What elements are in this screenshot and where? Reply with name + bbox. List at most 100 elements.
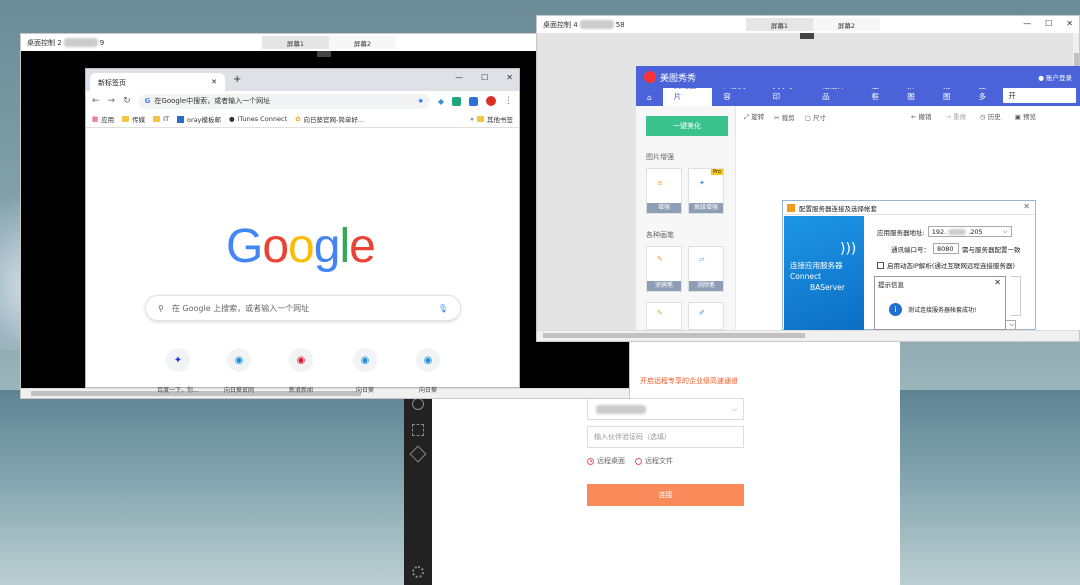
- scrollbar-thumb[interactable]: [543, 333, 805, 338]
- settings-icon[interactable]: [412, 566, 424, 578]
- close-icon[interactable]: ✕: [506, 73, 513, 82]
- shortcut-tile[interactable]: ◉: [227, 348, 251, 372]
- collapse-handle[interactable]: [317, 51, 331, 57]
- brush-icon: ✎: [657, 255, 663, 263]
- bookmark-folder[interactable]: 传媒: [122, 114, 145, 124]
- sunflower-icon: ◉: [234, 354, 244, 366]
- bookmark-apps[interactable]: ▦ 应用: [92, 114, 114, 124]
- bookmark-link[interactable]: ✿ 向日葵官网-简单好...: [295, 114, 364, 124]
- undo-tool[interactable]: ← 撤销: [911, 111, 932, 121]
- brush-tile[interactable]: ✎: [646, 302, 682, 330]
- shortcut-tile[interactable]: ✦: [166, 348, 190, 372]
- banner-line3: BAServer: [810, 283, 845, 292]
- history-tools: ← 撤销 → 重做 ◷ 历史 ▣ 预览: [911, 111, 1036, 121]
- resize-tool[interactable]: ▢ 尺寸: [805, 112, 826, 122]
- sliders-icon: ≡: [657, 179, 663, 187]
- shortcut-tile[interactable]: ◉: [353, 348, 377, 372]
- menu-icon[interactable]: ⋮: [504, 96, 513, 106]
- extension-icon[interactable]: ◆: [438, 97, 444, 106]
- bookmark-label: IT: [163, 115, 170, 123]
- grid-icon[interactable]: [412, 424, 424, 436]
- shortcut-tile[interactable]: ◉: [416, 348, 440, 372]
- bookmark-label: 传媒: [132, 116, 146, 124]
- home-icon[interactable]: ⌂: [636, 93, 663, 106]
- maximize-icon[interactable]: ☐: [481, 73, 488, 82]
- forward-icon[interactable]: →: [108, 96, 116, 106]
- extension-icon[interactable]: [469, 96, 478, 106]
- one-click-beautify-button[interactable]: 一键美化: [646, 116, 728, 136]
- ba-dialog-title: 配置服务器连接及选择帐套: [799, 204, 877, 213]
- advanced-enhance-tile[interactable]: Pro ✦ 高级增强: [688, 168, 724, 214]
- extension-icon[interactable]: [452, 96, 461, 106]
- remote-title: 桌面控制 2: [27, 38, 62, 47]
- port-input[interactable]: 8080: [933, 243, 959, 254]
- maximize-icon[interactable]: ☐: [1045, 19, 1052, 28]
- meitu-sidebar: 一键美化 图片增强 ≡ 增强 Pro ✦ 高级增强 各种画笔 ✎ 涂鸦笔 ▱ 消除笔 ✎ …: [636, 106, 736, 330]
- rotate-tool[interactable]: ⤢ 旋转: [744, 111, 764, 122]
- login-link[interactable]: ● 账户登录: [1038, 72, 1072, 82]
- brush-tile[interactable]: ✐: [688, 302, 724, 330]
- brush-icon: ✎: [657, 309, 663, 317]
- mode-file-option[interactable]: 远程文件: [635, 456, 673, 466]
- close-icon[interactable]: ✕: [994, 278, 1001, 287]
- chrome-toolbar: ← → ↻ G 在Google中搜索，或者输入一个网址 ★ ◆ ⋮: [86, 91, 519, 111]
- tip-title-bar[interactable]: 提示信息 ✕: [875, 277, 1005, 289]
- pro-badge: Pro: [711, 169, 723, 175]
- doodle-brush-tile[interactable]: ✎ 涂鸦笔: [646, 246, 682, 292]
- user-icon[interactable]: [412, 398, 424, 410]
- device-id-select[interactable]: ⌵: [587, 398, 744, 420]
- enhance-tile[interactable]: ≡ 增强: [646, 168, 682, 214]
- verify-code-input[interactable]: 输入伙伴验证码（选填）: [587, 426, 744, 448]
- eraser-brush-tile[interactable]: ▱ 消除笔: [688, 246, 724, 292]
- horizontal-scrollbar[interactable]: [537, 330, 1079, 341]
- chrome-tab-strip: 新标签页 ✕ + — ☐ ✕: [86, 69, 519, 91]
- tool-label: 裁剪: [781, 113, 795, 122]
- new-tab-button[interactable]: +: [233, 74, 241, 85]
- back-icon[interactable]: ←: [92, 96, 100, 106]
- omnibox[interactable]: G 在Google中搜索，或者输入一个网址 ★: [138, 93, 430, 109]
- close-icon[interactable]: ✕: [211, 78, 217, 91]
- port-hint: 需与服务器配置一致: [962, 245, 1021, 254]
- screen-tab-2[interactable]: 屏幕2: [813, 18, 880, 31]
- microphone-icon[interactable]: 🎙: [438, 304, 448, 313]
- reload-icon[interactable]: ↻: [123, 96, 131, 106]
- shortcut-tile[interactable]: ◉: [289, 348, 313, 372]
- dynamic-ip-row: 启用动态IP解析(通过互联网远程连接服务器): [877, 260, 1015, 270]
- google-search-box[interactable]: ⚲ 在 Google 上搜索，或者输入一个网址 🎙: [145, 295, 461, 321]
- screen-tab-1[interactable]: 屏幕1: [746, 18, 813, 31]
- other-bookmarks[interactable]: » 其他书签: [470, 114, 513, 124]
- redo-tool[interactable]: → 重做: [946, 111, 967, 121]
- screen-tab-1[interactable]: 屏幕1: [262, 36, 329, 49]
- chrome-tab[interactable]: 新标签页 ✕: [90, 73, 225, 91]
- ba-dialog-title-bar[interactable]: 配置服务器连接及选择帐套 ✕: [783, 201, 1035, 215]
- bookmark-folder[interactable]: IT: [153, 115, 169, 123]
- collapse-handle[interactable]: [800, 33, 814, 39]
- minimize-icon[interactable]: —: [1023, 19, 1031, 28]
- folder-icon: [153, 116, 161, 122]
- sunflower-icon: ◉: [360, 354, 370, 366]
- chrome-tab-title: 新标签页: [98, 79, 126, 87]
- meitu-logo-icon: [644, 71, 656, 83]
- minimize-icon[interactable]: —: [455, 73, 463, 82]
- bookmark-link[interactable]: oray模板邮: [177, 114, 221, 124]
- login-label: 账户登录: [1046, 74, 1072, 82]
- mode-desktop-label: 远程桌面: [597, 457, 625, 465]
- profile-icon[interactable]: [486, 96, 496, 106]
- screen-tab-2[interactable]: 屏幕2: [329, 36, 396, 49]
- tool-label: 预览: [1023, 113, 1036, 121]
- cube-icon[interactable]: [409, 445, 427, 463]
- bookmark-link[interactable]: ● iTunes Connect: [229, 115, 287, 123]
- preview-tool[interactable]: ▣ 预览: [1015, 111, 1036, 121]
- history-tool[interactable]: ◷ 历史: [980, 111, 1001, 121]
- connect-button[interactable]: 连接: [587, 484, 744, 506]
- close-icon[interactable]: ✕: [1023, 202, 1030, 211]
- close-icon[interactable]: ✕: [1066, 19, 1073, 28]
- remote-title-bar[interactable]: 桌面控制 4 58 屏幕1 屏幕2 — ☐ ✕: [537, 16, 1079, 33]
- mode-desktop-option[interactable]: 远程桌面: [587, 456, 625, 466]
- info-icon: i: [889, 303, 902, 316]
- star-icon[interactable]: ★: [418, 97, 424, 105]
- crop-tool[interactable]: ✂ 裁剪: [774, 112, 795, 122]
- dynamic-ip-checkbox[interactable]: [877, 261, 884, 269]
- server-address-select[interactable]: 192. .205 ⌵: [927, 226, 1012, 237]
- tip-dialog: 提示信息 ✕ i 测试连接服务器帐套成功!: [874, 276, 1006, 330]
